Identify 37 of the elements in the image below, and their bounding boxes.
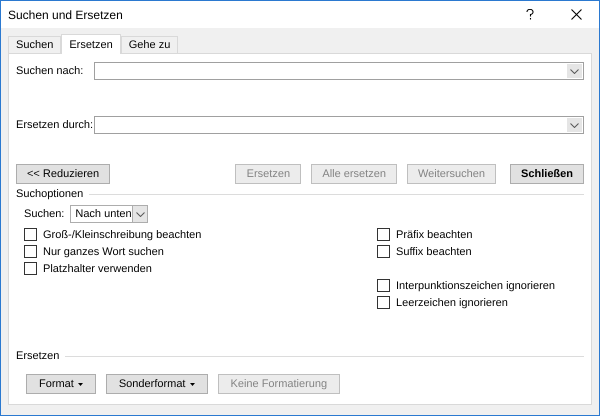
dropdown-caret-icon [570,68,579,74]
combo-field[interactable] [94,62,584,80]
question-mark-icon [526,9,534,20]
checkbox[interactable] [24,228,37,241]
checkbox[interactable] [377,279,390,292]
checkbox-label: Platzhalter verwenden [43,262,152,274]
format-button[interactable]: Format [26,374,96,394]
checkbox-label: Leerzeichen ignorieren [396,296,508,308]
checkbox-label: Nur ganzes Wort suchen [43,246,164,258]
checkbox[interactable] [24,262,37,275]
dropdown-arrow-icon [78,382,83,386]
field-label: Ersetzen durch: [16,119,94,131]
checkbox[interactable] [377,245,390,258]
checkbox[interactable] [377,228,390,241]
checkbox-label: Groß-/Kleinschreibung beachten [43,228,202,240]
tab[interactable]: Ersetzen [61,34,121,54]
group-title: Suchoptionen [16,188,84,200]
checkbox-label: Präfix beachten [396,228,472,240]
checkbox-label: Interpunktionszeichen ignorieren [396,280,555,292]
combo-field[interactable] [94,116,584,134]
group-title: Ersetzen [16,350,60,362]
checkbox[interactable] [377,296,390,309]
dropdown-caret-icon [570,122,579,128]
action-button[interactable]: Schließen [510,164,584,184]
tab[interactable]: Suchen [8,36,62,53]
field-label: Suchen nach: [16,65,84,77]
format-button[interactable]: Sonderformat [106,374,208,394]
less-button[interactable]: << Reduzieren [16,164,110,184]
checkbox[interactable] [24,245,37,258]
window-title: Suchen und Ersetzen [8,8,124,22]
close-icon [570,9,582,20]
dropdown-caret-icon [136,212,144,216]
direction-label: Suchen: [24,208,64,220]
checkbox-label: Suffix beachten [396,246,472,258]
tab[interactable]: Gehe zu [120,36,178,53]
direction-dropdown[interactable]: Nach unten [70,205,148,223]
dropdown-arrow-icon [190,382,194,386]
